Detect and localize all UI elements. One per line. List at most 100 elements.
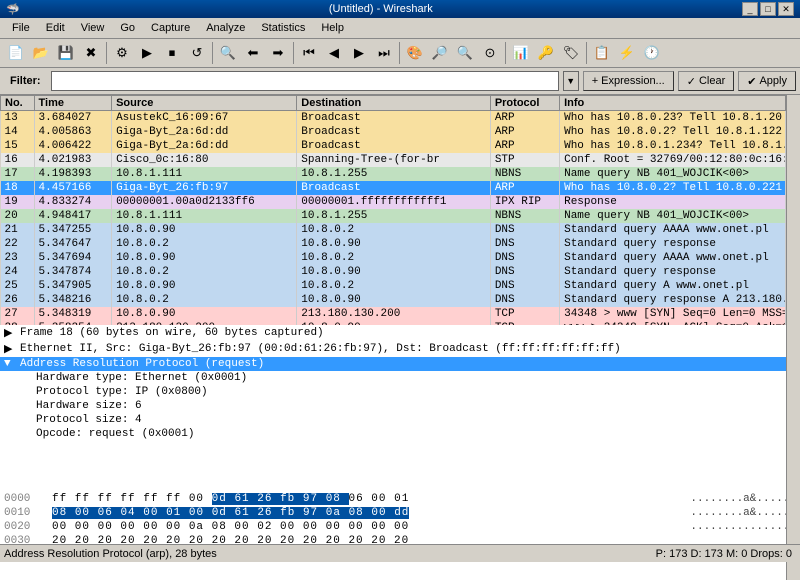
menu-bar: FileEditViewGoCaptureAnalyzeStatisticsHe… (0, 18, 800, 39)
column-header-protocol[interactable]: Protocol (490, 96, 559, 111)
table-row[interactable]: 204.94841710.8.1.11110.8.1.255NBNSName q… (1, 209, 786, 223)
filter-dropdown-button[interactable]: ▼ (563, 71, 579, 91)
back-btn[interactable]: ⬅ (241, 41, 265, 65)
table-row[interactable]: 164.021983Cisco_0c:16:80Spanning-Tree-(f… (1, 153, 786, 167)
menu-item-help[interactable]: Help (313, 20, 352, 36)
cell-destination: 10.8.0.2 (297, 251, 491, 265)
minimize-button[interactable]: _ (742, 2, 758, 16)
hex-bytes[interactable]: ff ff ff ff ff ff 00 0d 61 26 fb 97 08 0… (52, 492, 682, 506)
table-row[interactable]: 275.34831910.8.0.90213.180.130.200TCP343… (1, 307, 786, 321)
cell-source: 10.8.1.111 (112, 167, 297, 181)
cell-destination: Spanning-Tree-(for-br (297, 153, 491, 167)
column-header-source[interactable]: Source (112, 96, 297, 111)
cell-time: 5.347905 (34, 279, 112, 293)
column-header-no[interactable]: No. (1, 96, 35, 111)
zout-btn[interactable]: 🔍 (453, 41, 477, 65)
detail-row[interactable]: Hardware size: 6 (0, 399, 786, 413)
table-row[interactable]: 154.006422Giga-Byt_2a:6d:ddBroadcastARPW… (1, 139, 786, 153)
save-btn[interactable]: 💾 (54, 41, 78, 65)
cell-destination: 00000001.ffffffffffff1 (297, 195, 491, 209)
menu-item-statistics[interactable]: Statistics (253, 20, 313, 36)
menu-item-edit[interactable]: Edit (38, 20, 73, 36)
detail-row[interactable]: ▶Frame 18 (60 bytes on wire, 60 bytes ca… (0, 325, 786, 341)
menu-item-analyze[interactable]: Analyze (198, 20, 253, 36)
decode-btn[interactable]: 🔑 (534, 41, 558, 65)
detail-row[interactable]: ▶Ethernet II, Src: Giga-Byt_26:fb:97 (00… (0, 341, 786, 357)
cell-protocol: DNS (490, 293, 559, 307)
table-row[interactable]: 215.34725510.8.0.9010.8.0.2DNSStandard q… (1, 223, 786, 237)
menu-item-file[interactable]: File (4, 20, 38, 36)
close-button[interactable]: ✕ (778, 2, 794, 16)
cell-destination: 10.8.0.2 (297, 279, 491, 293)
next-btn[interactable]: ▶ (347, 41, 371, 65)
filter-input[interactable] (51, 71, 559, 91)
hex-scrollbar[interactable] (786, 490, 800, 580)
new-btn[interactable]: 📄 (4, 41, 28, 65)
expert-btn[interactable]: 📋 (590, 41, 614, 65)
iface-btn[interactable]: ⚡ (615, 41, 639, 65)
column-header-destination[interactable]: Destination (297, 96, 491, 111)
column-header-time[interactable]: Time (34, 96, 112, 111)
packet-list-scrollbar[interactable] (786, 95, 800, 325)
graph-btn[interactable]: 📊 (509, 41, 533, 65)
cell-protocol: ARP (490, 139, 559, 153)
hex-bytes[interactable]: 08 00 06 04 00 01 00 0d 61 26 fb 97 0a 0… (52, 506, 682, 520)
maximize-button[interactable]: □ (760, 2, 776, 16)
table-row[interactable]: 225.34764710.8.0.210.8.0.90DNSStandard q… (1, 237, 786, 251)
table-row[interactable]: 265.34821610.8.0.210.8.0.90DNSStandard q… (1, 293, 786, 307)
first-btn[interactable]: ⏮ (297, 41, 321, 65)
table-row[interactable]: 245.34787410.8.0.210.8.0.90DNSStandard q… (1, 265, 786, 279)
column-header-info[interactable]: Info (560, 96, 786, 111)
table-row[interactable]: 174.19839310.8.1.11110.8.1.255NBNSName q… (1, 167, 786, 181)
detail-text: Hardware size: 6 (36, 400, 142, 412)
find-btn[interactable]: 🔍 (216, 41, 240, 65)
restart-btn[interactable]: ↺ (185, 41, 209, 65)
detail-row[interactable]: ▼Address Resolution Protocol (request) (0, 357, 786, 371)
color-btn[interactable]: 🎨 (403, 41, 427, 65)
detail-row[interactable]: Hardware type: Ethernet (0x0001) (0, 371, 786, 385)
hex-ascii: ........a&...... (690, 506, 796, 520)
table-row[interactable]: 144.005863Giga-Byt_2a:6d:ddBroadcastARPW… (1, 125, 786, 139)
expand-arrow-icon: ▼ (4, 358, 16, 370)
table-row[interactable]: 133.684027AsustekC_16:09:67BroadcastARPW… (1, 111, 786, 126)
menu-item-go[interactable]: Go (112, 20, 143, 36)
detail-row[interactable]: Opcode: request (0x0001) (0, 427, 786, 441)
clear-button[interactable]: ✓ Clear (678, 71, 735, 91)
cell-info: Response (560, 195, 786, 209)
cell-info: Name query NB 401_WOJCIK<00> (560, 167, 786, 181)
prev-btn[interactable]: ◀ (322, 41, 346, 65)
table-row[interactable]: 235.34769410.8.0.9010.8.0.2DNSStandard q… (1, 251, 786, 265)
table-row[interactable]: 255.34790510.8.0.9010.8.0.2DNSStandard q… (1, 279, 786, 293)
options-btn[interactable]: ⚙ (110, 41, 134, 65)
cell-destination: 10.8.0.90 (297, 293, 491, 307)
table-row[interactable]: 184.457166Giga-Byt_26:fb:97BroadcastARPW… (1, 181, 786, 195)
menu-item-capture[interactable]: Capture (143, 20, 198, 36)
znorm-btn[interactable]: ⊙ (478, 41, 502, 65)
last-btn[interactable]: ⏭ (372, 41, 396, 65)
time-btn[interactable]: 🕐 (640, 41, 664, 65)
window-controls: _ □ ✕ (742, 2, 794, 16)
zin-btn[interactable]: 🔎 (428, 41, 452, 65)
detail-row[interactable]: Protocol size: 4 (0, 413, 786, 427)
cell-time: 5.347694 (34, 251, 112, 265)
filter-btn[interactable]: 🏷 (559, 41, 583, 65)
cell-info: Standard query response (560, 237, 786, 251)
start-btn[interactable]: ▶ (135, 41, 159, 65)
detail-row[interactable]: Protocol type: IP (0x0800) (0, 385, 786, 399)
filter-label: Filter: (4, 73, 47, 89)
cell-no: 19 (1, 195, 35, 209)
menu-item-view[interactable]: View (73, 20, 113, 36)
hex-bytes[interactable]: 00 00 00 00 00 00 0a 08 00 02 00 00 00 0… (52, 520, 682, 534)
status-left: Address Resolution Protocol (arp), 28 by… (4, 548, 656, 560)
cell-protocol: DNS (490, 237, 559, 251)
cell-no: 16 (1, 153, 35, 167)
packet-detail-scrollbar[interactable] (786, 325, 800, 490)
expression-button[interactable]: + Expression... (583, 71, 674, 91)
apply-button[interactable]: ✔ Apply (738, 71, 796, 91)
fwd-btn[interactable]: ➡ (266, 41, 290, 65)
hex-offset: 0020 (4, 520, 44, 534)
close-btn[interactable]: ✖ (79, 41, 103, 65)
stop-btn[interactable]: ⏹ (160, 41, 184, 65)
open-btn[interactable]: 📂 (29, 41, 53, 65)
table-row[interactable]: 194.83327400000001.00a0d2133ff600000001.… (1, 195, 786, 209)
